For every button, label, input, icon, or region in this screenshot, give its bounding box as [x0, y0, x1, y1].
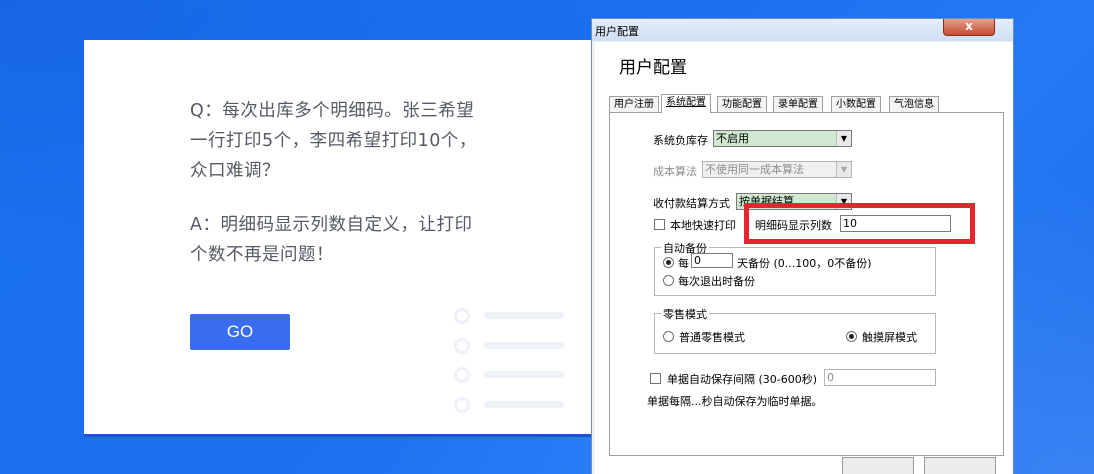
payment-method-select[interactable]: 按单据结算 ▼ — [736, 193, 852, 210]
tab-user-registration[interactable]: 用户注册 — [609, 96, 659, 112]
backup-every-label: 每 — [678, 257, 689, 270]
backup-every-radio[interactable] — [663, 257, 674, 268]
dialog-heading: 用户配置 — [619, 58, 687, 78]
normal-retail-label: 普通零售模式 — [679, 331, 745, 344]
close-icon: x — [965, 19, 973, 33]
deco-row — [452, 365, 572, 385]
chevron-down-icon: ▼ — [836, 194, 851, 209]
backup-days-input[interactable]: 0 — [691, 253, 733, 268]
deco-bar — [484, 401, 564, 408]
negative-stock-label: 系统负库存 — [653, 134, 708, 147]
detail-code-columns-value: 10 — [843, 217, 857, 230]
question-text: Q：每次出库多个明细码。张三希望一行打印5个，李四希望打印10个，众口难调？ — [190, 101, 477, 181]
autosave-checkbox[interactable] — [650, 373, 661, 384]
cancel-button[interactable] — [924, 457, 996, 474]
decorative-list-graphic — [452, 306, 572, 416]
circle-icon — [454, 308, 470, 324]
autosave-interval-input[interactable]: 0 — [824, 369, 936, 386]
deco-bar — [484, 371, 564, 378]
touch-screen-label: 触摸屏模式 — [862, 331, 917, 344]
circle-icon — [454, 338, 470, 354]
detail-code-columns-label: 明细码显示列数 — [755, 219, 832, 232]
cost-method-select[interactable]: 不使用同一成本算法 ▼ — [702, 161, 852, 178]
tab-entry-config[interactable]: 录单配置 — [773, 96, 823, 112]
tab-function-config[interactable]: 功能配置 — [717, 96, 767, 112]
payment-method-value: 按单据结算 — [739, 195, 794, 208]
retail-mode-title: 零售模式 — [661, 306, 709, 322]
deco-bar — [484, 342, 564, 349]
touch-screen-radio[interactable] — [846, 331, 857, 342]
circle-icon — [454, 367, 470, 383]
local-quick-print-checkbox[interactable] — [654, 219, 665, 230]
autosave-label: 单据自动保存间隔 (30-600秒) — [667, 373, 818, 386]
go-button[interactable]: GO — [190, 314, 290, 350]
negative-stock-select[interactable]: 不启用 ▼ — [713, 130, 852, 147]
local-quick-print-label: 本地快速打印 — [670, 219, 736, 232]
ok-button[interactable] — [842, 457, 914, 474]
backup-days-suffix: 天备份 (0...100，0不备份) — [737, 257, 872, 270]
deco-bar — [484, 312, 564, 319]
answer-text: A：明细码显示列数自定义，让打印个数不再是问题！ — [190, 215, 473, 265]
deco-row — [452, 395, 572, 415]
tab-system-config[interactable]: 系统配置 — [661, 94, 711, 113]
auto-backup-group: 自动备份 每 0 天备份 (0...100，0不备份) 每次退出时备份 — [654, 240, 936, 296]
cost-method-value: 不使用同一成本算法 — [705, 163, 804, 176]
chevron-down-icon: ▼ — [836, 131, 851, 146]
dialog-client: 用户配置 用户注册 系统配置 功能配置 录单配置 小数配置 气泡信息 系统负库存… — [595, 42, 1012, 474]
dialog-title: 用户配置 — [595, 25, 639, 38]
cost-method-label: 成本算法 — [653, 165, 697, 178]
tab-bubble-info[interactable]: 气泡信息 — [889, 96, 939, 112]
backup-on-exit-label: 每次退出时备份 — [678, 275, 755, 288]
payment-method-label: 收付款结算方式 — [653, 197, 730, 210]
deco-row — [452, 336, 572, 356]
chevron-down-icon: ▼ — [836, 162, 851, 177]
qa-text: Q：每次出库多个明细码。张三希望一行打印5个，李四希望打印10个，众口难调？ A… — [190, 96, 490, 294]
backup-days-value: 0 — [694, 254, 701, 267]
system-config-panel: 系统负库存 不启用 ▼ 成本算法 不使用同一成本算法 ▼ 收付款结算方式 按单据… — [609, 112, 1004, 456]
negative-stock-value: 不启用 — [716, 132, 749, 145]
circle-icon — [454, 397, 470, 413]
backup-on-exit-radio[interactable] — [663, 275, 674, 286]
deco-row — [452, 306, 572, 326]
user-config-dialog: 用户配置 x 用户配置 用户注册 系统配置 功能配置 录单配置 小数配置 气泡信… — [591, 18, 1014, 474]
close-button[interactable]: x — [943, 19, 995, 36]
tab-decimal-config[interactable]: 小数配置 — [831, 96, 881, 112]
autosave-interval-value: 0 — [827, 371, 834, 384]
autosave-note: 单据每隔...秒自动保存为临时单据。 — [647, 395, 823, 408]
retail-mode-group: 零售模式 普通零售模式 触摸屏模式 — [654, 306, 936, 354]
normal-retail-radio[interactable] — [663, 331, 674, 342]
dialog-titlebar: 用户配置 x — [592, 19, 1013, 41]
detail-code-columns-input[interactable]: 10 — [840, 215, 951, 232]
